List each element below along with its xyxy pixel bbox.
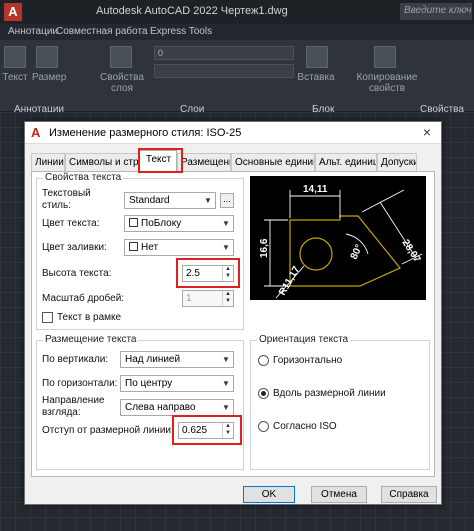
dimension-tool-label[interactable]: Размер — [32, 72, 66, 83]
ribbon-tab-express-tools[interactable]: Express Tools — [150, 26, 212, 37]
tab-text[interactable]: Текст — [139, 150, 177, 172]
text-style-value: Standard — [129, 195, 170, 206]
preview-dim-top: 14,11 — [303, 184, 328, 195]
tab-symbols-arrows[interactable]: Символы и стрелки — [65, 153, 139, 171]
offset-spinner[interactable]: 0.625 ▲ ▼ — [178, 422, 234, 439]
color-swatch-icon — [129, 218, 138, 227]
spinner-arrows-icon[interactable]: ▲ ▼ — [222, 266, 233, 281]
offset-label: Отступ от размерной линии: — [42, 425, 174, 436]
chevron-down-icon: ▼ — [222, 379, 230, 388]
horizontal-value: По центру — [125, 378, 173, 389]
text-frame-label[interactable]: Текст в рамке — [57, 312, 121, 324]
orientation-aligned-radio[interactable] — [258, 388, 269, 399]
layer-properties-icon[interactable] — [110, 46, 132, 68]
vertical-value: Над линией — [125, 354, 181, 365]
spinner-arrows-icon: ▲ ▼ — [222, 291, 233, 306]
preview-dim-angle: 80° — [349, 243, 365, 261]
layer-combo[interactable]: 0 — [154, 46, 294, 60]
text-height-value: 2.5 — [186, 268, 200, 279]
dimension-style-dialog: A Изменение размерного стиля: ISO-25 × Л… — [24, 121, 442, 505]
tab-primary-units[interactable]: Основные единицы — [231, 153, 315, 171]
preview-dim-right: 28,07 — [399, 238, 422, 265]
dimension-tool-icon[interactable] — [36, 46, 58, 68]
app-titlebar: A Autodesk AutoCAD 2022 Чертеж1.dwg Введ… — [0, 0, 474, 24]
text-tool-label[interactable]: Текст — [2, 72, 28, 83]
text-style-browse-button[interactable]: ... — [220, 193, 234, 208]
view-direction-value: Слева направо — [125, 402, 196, 413]
layer-tools-row[interactable] — [154, 64, 294, 78]
text-color-select[interactable]: ПоБлоку ▼ — [124, 215, 234, 232]
text-tab-page: Свойства текста Текстовый стиль: Standar… — [31, 171, 435, 477]
text-style-label: Текстовый стиль: — [42, 188, 91, 211]
view-direction-label: Направление взгляда: — [42, 395, 105, 418]
ribbon-tabs: Аннотации Совместная работа Express Tool… — [0, 24, 474, 40]
view-direction-select[interactable]: Слева направо ▼ — [120, 399, 234, 416]
ribbon-panel: Текст Размер Свойства слоя 0 Вставка Коп… — [0, 40, 474, 115]
chevron-down-icon: ▼ — [222, 243, 230, 252]
tab-fit[interactable]: Размещение — [177, 153, 231, 171]
text-orientation-title: Ориентация текста — [257, 334, 351, 345]
orientation-horizontal-radio[interactable] — [258, 355, 269, 366]
offset-value: 0.625 — [182, 425, 208, 436]
text-tool-icon[interactable] — [4, 46, 26, 68]
tab-tolerances[interactable]: Допуски — [377, 153, 417, 171]
insert-block-label[interactable]: Вставка — [296, 72, 336, 83]
preview-hole-circle — [299, 237, 333, 271]
text-color-value: ПоБлоку — [141, 218, 182, 229]
fraction-scale-spinner: 1 ▲ ▼ — [182, 290, 234, 307]
vertical-select[interactable]: Над линией ▼ — [120, 351, 234, 368]
orientation-horizontal-label[interactable]: Горизонтально — [273, 355, 342, 367]
text-height-label: Высота текста: — [42, 268, 112, 279]
ribbon-tab-annotations[interactable]: Аннотации — [8, 26, 58, 37]
text-height-spinner[interactable]: 2.5 ▲ ▼ — [182, 265, 234, 282]
layer-properties-label[interactable]: Свойства слоя — [98, 72, 146, 94]
spinner-arrows-icon[interactable]: ▲ ▼ — [222, 423, 233, 438]
horizontal-label: По горизонтали: — [42, 378, 118, 389]
text-properties-title: Свойства текста — [43, 172, 124, 183]
text-color-label: Цвет текста: — [42, 218, 100, 229]
insert-block-icon[interactable] — [306, 46, 328, 68]
ribbon-tab-collaborate[interactable]: Совместная работа — [56, 26, 148, 37]
fill-color-value: Нет — [141, 242, 159, 253]
preview-dim-radius: R11,17 — [277, 264, 303, 297]
fraction-scale-value: 1 — [186, 293, 192, 304]
dialog-title: Изменение размерного стиля: ISO-25 — [49, 127, 242, 139]
ok-button[interactable]: OK — [243, 486, 295, 503]
preview-drawing: 14,11 16,6 28,07 80° R11,17 — [259, 184, 423, 299]
chevron-down-icon: ▼ — [222, 403, 230, 412]
preview-dim-left: 16,6 — [259, 238, 270, 258]
orientation-iso-label[interactable]: Согласно ISO — [273, 421, 337, 433]
chevron-down-icon: ▼ — [204, 196, 212, 205]
close-icon[interactable]: × — [419, 125, 435, 141]
tab-alternate-units[interactable]: Альт. единицы — [315, 153, 377, 171]
fill-color-select[interactable]: Нет ▼ — [124, 239, 234, 256]
text-style-select[interactable]: Standard ▼ — [124, 192, 216, 209]
horizontal-select[interactable]: По центру ▼ — [120, 375, 234, 392]
vertical-label: По вертикали: — [42, 354, 109, 365]
app-title: Autodesk AutoCAD 2022 Чертеж1.dwg — [96, 5, 288, 17]
help-button[interactable]: Справка — [381, 486, 437, 503]
chevron-down-icon: ▼ — [222, 355, 230, 364]
color-swatch-icon — [129, 242, 138, 251]
autocad-logo-icon[interactable]: A — [4, 3, 22, 21]
search-input[interactable]: Введите ключев — [400, 3, 472, 20]
autocad-dialog-icon: A — [31, 125, 41, 140]
match-properties-label[interactable]: Копирование свойств — [356, 72, 418, 94]
cancel-button[interactable]: Отмена — [311, 486, 367, 503]
text-placement-title: Размещение текста — [43, 334, 139, 345]
fraction-scale-label: Масштаб дробей: — [42, 293, 125, 304]
tab-lines[interactable]: Линии — [31, 153, 65, 171]
preview-part-outline — [289, 215, 401, 287]
fill-color-label: Цвет заливки: — [42, 242, 107, 253]
dimension-preview: 14,11 16,6 28,07 80° R11,17 — [250, 176, 426, 300]
match-properties-icon[interactable] — [374, 46, 396, 68]
orientation-aligned-label[interactable]: Вдоль размерной линии — [273, 388, 386, 400]
dialog-titlebar: A Изменение размерного стиля: ISO-25 × — [25, 122, 441, 144]
orientation-iso-radio[interactable] — [258, 421, 269, 432]
chevron-down-icon: ▼ — [222, 219, 230, 228]
text-frame-checkbox[interactable] — [42, 312, 53, 323]
